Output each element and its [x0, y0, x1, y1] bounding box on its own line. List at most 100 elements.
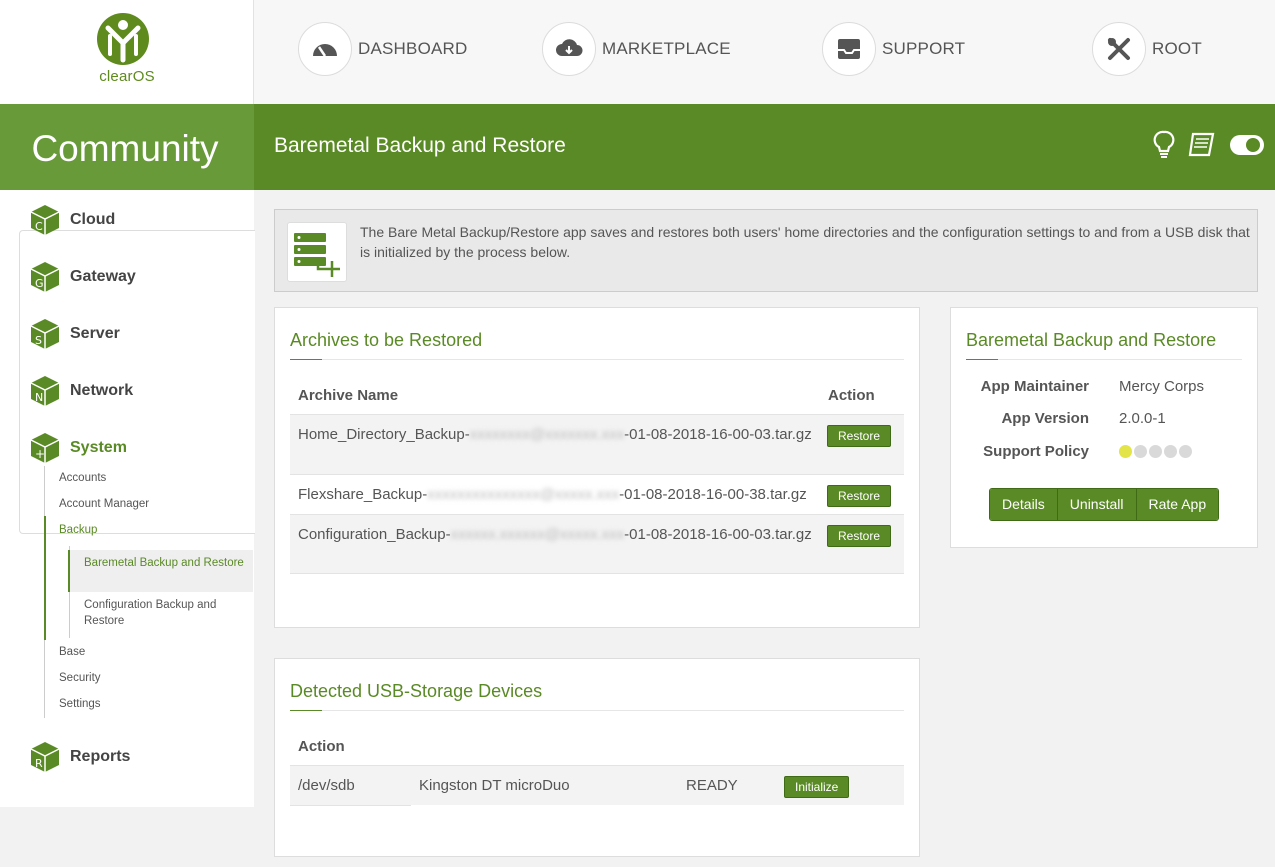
app-info-panel: Baremetal Backup and Restore App Maintai…	[950, 307, 1258, 548]
sidebar-item-security[interactable]: Security	[59, 672, 101, 684]
redacted-email: xxxxxx.xxxxxx@xxxxx.xxx	[450, 526, 625, 543]
support-dot	[1149, 445, 1162, 458]
sidebar-category-label: System	[70, 439, 127, 456]
nav-dashboard[interactable]: DASHBOARD	[298, 22, 468, 76]
restore-button[interactable]: Restore	[827, 485, 892, 507]
toggle-icon[interactable]	[1229, 133, 1265, 157]
dashboard-gauge-icon	[298, 22, 352, 76]
sidebar-category-label: Reports	[70, 748, 131, 765]
archives-panel: Archives to be Restored Archive Name Act…	[274, 307, 920, 628]
support-dot	[1134, 445, 1147, 458]
app-info-title: Baremetal Backup and Restore	[966, 330, 1217, 350]
support-policy-rating	[1119, 445, 1192, 458]
cloud-category-icon: C	[30, 205, 60, 235]
reports-category-icon: R	[30, 742, 60, 772]
sidebar-item-account-manager[interactable]: Account Manager	[59, 498, 149, 510]
nav-label: ROOT	[1152, 39, 1202, 58]
maintainer-value: Mercy Corps	[1119, 378, 1205, 395]
sidebar-category-server[interactable]: S Server	[30, 314, 120, 354]
archive-name: Home_Directory_Backup-xxxxxxxx@xxxxxxx.x…	[298, 426, 812, 443]
uninstall-button[interactable]: Uninstall	[1057, 489, 1137, 520]
server-backup-icon	[294, 233, 340, 277]
device-model: Kingston DT microDuo	[419, 777, 570, 794]
logo-area[interactable]: clearOS	[0, 0, 254, 104]
sidebar-category-label: Gateway	[70, 268, 136, 285]
network-category-icon: N	[30, 376, 60, 406]
version-label: App Version	[1001, 410, 1089, 427]
sidebar-category-label: Cloud	[70, 211, 116, 228]
divider	[290, 359, 904, 360]
svg-text:S: S	[35, 334, 42, 347]
sidebar-category-label: Server	[70, 325, 120, 342]
support-dot	[1164, 445, 1177, 458]
sidebar-category-gateway[interactable]: G Gateway	[30, 257, 136, 297]
app-intro: The Bare Metal Backup/Restore app saves …	[274, 209, 1258, 292]
details-button[interactable]: Details	[990, 489, 1058, 520]
version-value: 2.0.0-1	[1119, 410, 1166, 427]
sidebar-item-base[interactable]: Base	[59, 646, 85, 658]
initialize-button[interactable]: Initialize	[784, 776, 850, 798]
divider	[966, 359, 1242, 360]
sidebar-category-label: Network	[70, 382, 134, 399]
usb-devices-panel: Detected USB-Storage Devices Action /dev…	[274, 658, 920, 857]
table-row: Flexshare_Backup-xxxxxxxxxxxxxxx@xxxxx.x…	[290, 474, 904, 514]
sidebar-category-reports[interactable]: R Reports	[30, 737, 130, 777]
redacted-email: xxxxxxxxxxxxxxx@xxxxx.xxx	[427, 486, 620, 503]
logo-text: clearOS	[99, 68, 155, 85]
page-header: Baremetal Backup and Restore	[254, 104, 1275, 190]
divider	[290, 805, 411, 806]
column-header-action: Action	[298, 738, 345, 755]
support-dot	[1179, 445, 1192, 458]
sidebar-category-network[interactable]: N Network	[30, 371, 133, 411]
column-header-action: Action	[828, 387, 875, 404]
column-header-archive-name: Archive Name	[298, 387, 399, 404]
header-actions	[1153, 130, 1265, 160]
maintainer-label: App Maintainer	[980, 378, 1089, 395]
cloud-download-icon	[542, 22, 596, 76]
restore-button[interactable]: Restore	[827, 425, 892, 447]
sidebar-item-backup[interactable]: Backup	[59, 524, 97, 536]
server-category-icon: S	[30, 319, 60, 349]
archive-name: Flexshare_Backup-xxxxxxxxxxxxxxx@xxxxx.x…	[298, 486, 807, 503]
tools-icon	[1092, 22, 1146, 76]
svg-text:G: G	[35, 277, 44, 290]
table-row: Home_Directory_Backup-xxxxxxxx@xxxxxxx.x…	[290, 414, 904, 474]
lightbulb-icon[interactable]	[1153, 130, 1175, 160]
book-icon[interactable]	[1187, 131, 1217, 159]
inbox-tray-icon	[822, 22, 876, 76]
sidebar-item-baremetal-backup[interactable]: Baremetal Backup and Restore	[84, 555, 244, 571]
edition-banner: Community	[0, 104, 254, 190]
devices-title: Detected USB-Storage Devices	[290, 681, 543, 701]
page-title: Baremetal Backup and Restore	[274, 134, 566, 157]
sidebar-category-system[interactable]: + System	[30, 428, 127, 468]
nav-label: SUPPORT	[882, 39, 966, 58]
system-category-icon: +	[30, 433, 60, 463]
nav-support[interactable]: SUPPORT	[822, 22, 965, 76]
gateway-category-icon: G	[30, 262, 60, 292]
support-policy-label: Support Policy	[983, 443, 1089, 460]
rate-app-button[interactable]: Rate App	[1136, 489, 1219, 520]
device-path: /dev/sdb	[298, 777, 355, 794]
tree-line-active	[44, 516, 46, 640]
app-icon	[287, 222, 347, 282]
support-dot	[1119, 445, 1132, 458]
top-navigation: DASHBOARD MARKETPLACE SUPPORT ROOT	[254, 0, 1275, 104]
svg-text:C: C	[35, 220, 43, 233]
nav-root[interactable]: ROOT	[1092, 22, 1202, 76]
archive-name: Configuration_Backup-xxxxxx.xxxxxx@xxxxx…	[298, 526, 812, 543]
nav-label: MARKETPLACE	[602, 39, 731, 58]
svg-text:N: N	[35, 391, 43, 404]
sidebar-item-configuration-backup[interactable]: Configuration Backup and Restore	[84, 597, 244, 629]
device-status: READY	[686, 777, 738, 794]
app-actions: Details Uninstall Rate App	[989, 488, 1220, 521]
sidebar-category-cloud[interactable]: C Cloud	[30, 200, 115, 240]
redacted-email: xxxxxxxx@xxxxxxx.xxx	[469, 426, 625, 443]
sidebar-item-settings[interactable]: Settings	[59, 698, 101, 710]
app-description: The Bare Metal Backup/Restore app saves …	[360, 224, 1250, 260]
svg-text:+: +	[35, 447, 45, 461]
nav-marketplace[interactable]: MARKETPLACE	[542, 22, 731, 76]
sidebar-item-accounts[interactable]: Accounts	[59, 472, 106, 484]
restore-button[interactable]: Restore	[827, 525, 892, 547]
table-row: Configuration_Backup-xxxxxx.xxxxxx@xxxxx…	[290, 514, 904, 574]
edition-label: Community	[31, 128, 219, 169]
